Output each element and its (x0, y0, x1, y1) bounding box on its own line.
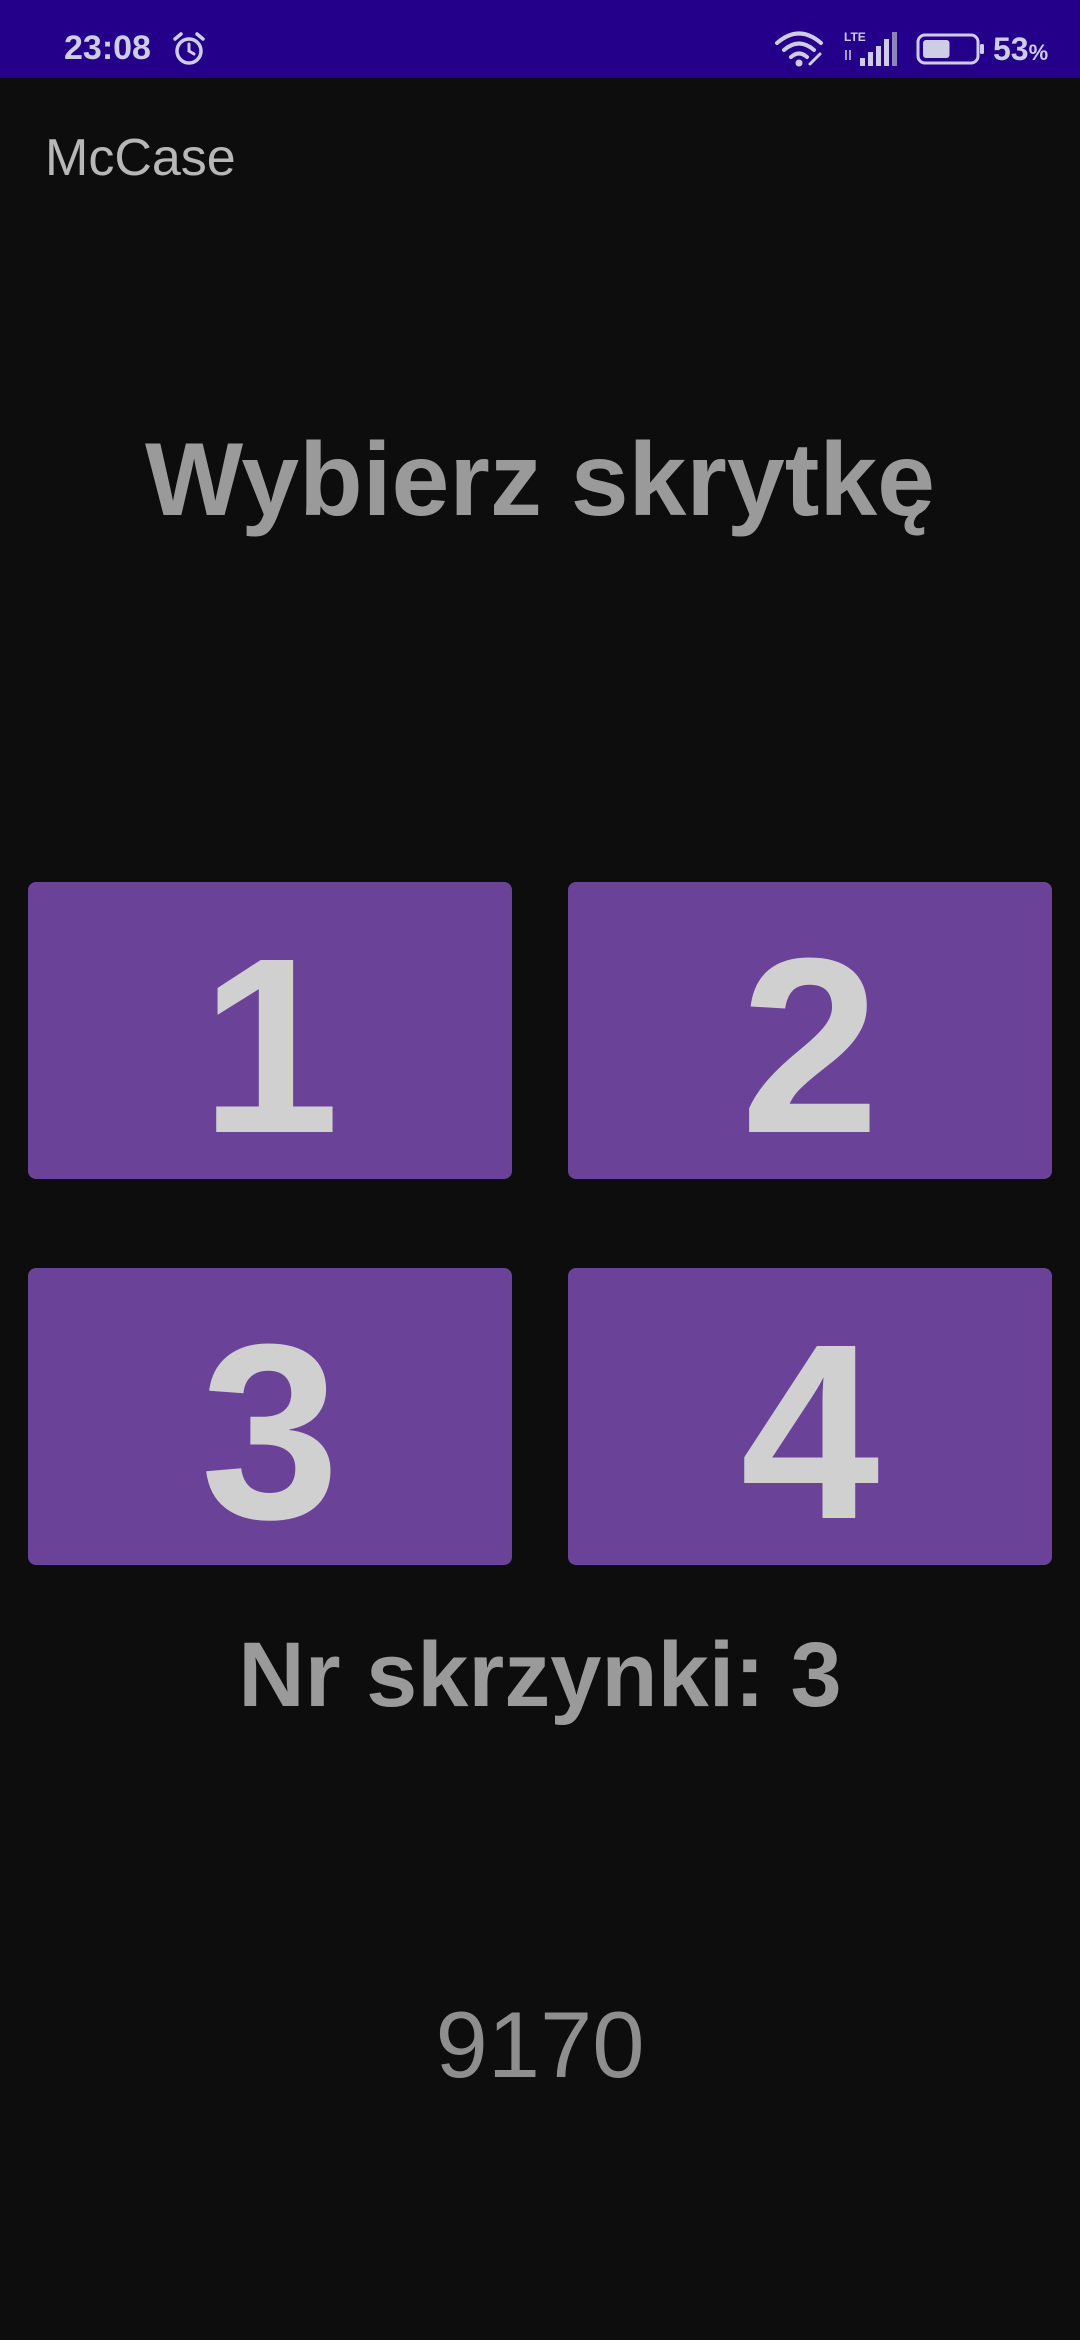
locker-button-3[interactable]: 3 (28, 1268, 512, 1565)
locker-label: 2 (740, 906, 880, 1179)
locker-label: 4 (740, 1292, 880, 1565)
locker-button-1[interactable]: 1 (28, 882, 512, 1179)
status-time: 23:08 (64, 29, 151, 67)
battery-percentage: 53% (993, 31, 1049, 67)
status-bar: 23:08 LTE 53% (0, 0, 1080, 78)
access-code: 9170 (435, 1992, 645, 2097)
signal-icon: LTE (844, 30, 897, 66)
locker-button-2[interactable]: 2 (568, 882, 1052, 1179)
wifi-icon (775, 31, 823, 67)
box-number-text: Nr skrzynki: 3 (238, 1624, 842, 1726)
alarm-icon (173, 32, 205, 65)
app-title: McCase (45, 129, 236, 187)
svg-text:LTE: LTE (844, 30, 866, 44)
screen: 23:08 LTE 53% McCase Wybierz skrytkę 1 2… (0, 0, 1080, 2340)
page-heading: Wybierz skrytkę (144, 422, 936, 538)
locker-label: 3 (200, 1292, 340, 1565)
locker-label: 1 (200, 906, 340, 1179)
locker-button-4[interactable]: 4 (568, 1268, 1052, 1565)
battery-icon (916, 33, 984, 65)
